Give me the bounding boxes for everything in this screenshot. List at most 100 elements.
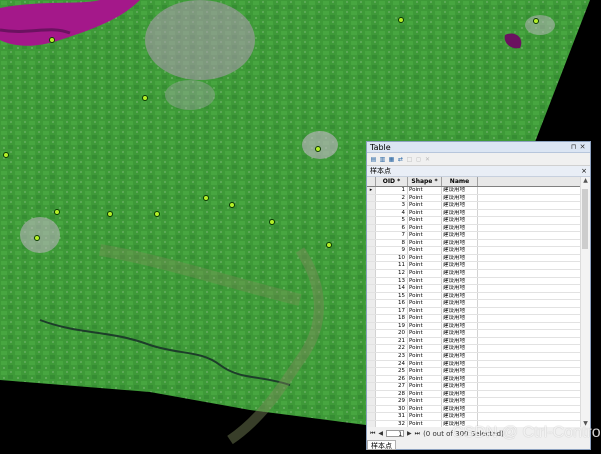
table-row[interactable]: 17 Point 建设用地 [367, 307, 590, 316]
map-point[interactable] [154, 211, 160, 217]
vertical-scrollbar[interactable]: ▲ ▼ [580, 177, 590, 427]
table-row[interactable]: 18 Point 建设用地 [367, 315, 590, 323]
select-by-attributes-icon[interactable]: ▦ [388, 156, 395, 163]
table-row[interactable]: 9 Point 建设用地 [367, 247, 590, 255]
row-selector[interactable] [367, 375, 376, 383]
column-header-shape[interactable]: Shape * [408, 177, 442, 186]
table-row[interactable]: 2 Point 建设用地 [367, 194, 590, 203]
table-row[interactable]: 23 Point 建设用地 [367, 353, 590, 361]
bottom-table-tab[interactable]: 样本点 [367, 440, 396, 450]
table-row[interactable]: 15 Point 建设用地 [367, 292, 590, 301]
row-selector[interactable] [367, 330, 376, 337]
table-row[interactable]: 28 Point 建设用地 [367, 390, 590, 399]
map-point[interactable] [3, 152, 9, 158]
switch-selection-icon[interactable]: ⇄ [397, 156, 404, 163]
map-point[interactable] [398, 17, 404, 23]
attribute-table-window[interactable]: Table ⊓ ✕ ▤ ▥ ▦ ⇄ □ ◻ ✕ 样本点 × OID * Shap… [366, 141, 591, 450]
zoom-to-selected-icon[interactable]: ◻ [415, 156, 422, 163]
table-row[interactable]: 21 Point 建设用地 [367, 337, 590, 346]
table-tab-close-icon[interactable]: × [581, 167, 587, 175]
last-record-icon[interactable]: ⏭ [415, 430, 420, 438]
current-record-field[interactable]: 1 [386, 430, 405, 438]
table-row[interactable]: 11 Point 建设用地 [367, 262, 590, 271]
table-row[interactable]: 26 Point 建设用地 [367, 375, 590, 384]
row-selector[interactable] [367, 202, 376, 209]
table-row[interactable]: 4 Point 建设用地 [367, 209, 590, 218]
map-point[interactable] [107, 211, 113, 217]
row-selector[interactable] [367, 270, 376, 277]
row-selector[interactable] [367, 254, 376, 262]
row-selector[interactable] [367, 315, 376, 322]
map-point[interactable] [203, 195, 209, 201]
row-selector[interactable] [367, 217, 376, 224]
table-row[interactable]: 5 Point 建设用地 [367, 217, 590, 225]
row-selector[interactable] [367, 277, 376, 285]
table-options-icon[interactable]: ▤ [370, 156, 377, 163]
row-selector[interactable] [367, 390, 376, 398]
row-selector[interactable]: ▸ [367, 187, 376, 194]
row-selector[interactable] [367, 232, 376, 239]
clear-selection-icon[interactable]: □ [406, 156, 413, 163]
table-row[interactable]: 20 Point 建设用地 [367, 330, 590, 338]
table-row[interactable]: 29 Point 建设用地 [367, 398, 590, 406]
map-point[interactable] [533, 18, 539, 24]
table-row[interactable]: 13 Point 建设用地 [367, 277, 590, 286]
table-row[interactable]: 7 Point 建设用地 [367, 232, 590, 240]
table-row[interactable]: 25 Point 建设用地 [367, 368, 590, 376]
row-selector[interactable] [367, 398, 376, 405]
table-row[interactable]: 30 Point 建设用地 [367, 405, 590, 414]
first-record-icon[interactable]: ⏮ [370, 430, 375, 438]
attribute-grid[interactable]: OID * Shape * Name ▸ 1 Point 建设用地 2 Point 建设用地… [367, 177, 590, 427]
map-point[interactable] [326, 242, 332, 248]
row-selector[interactable] [367, 300, 376, 307]
table-row[interactable]: 14 Point 建设用地 [367, 285, 590, 293]
row-selector[interactable] [367, 209, 376, 217]
window-titlebar[interactable]: Table ⊓ ✕ [367, 142, 590, 153]
row-selector[interactable] [367, 413, 376, 420]
row-selector[interactable] [367, 345, 376, 353]
row-selector[interactable] [367, 383, 376, 390]
map-point[interactable] [49, 37, 55, 43]
map-point[interactable] [269, 219, 275, 225]
row-selector[interactable] [367, 285, 376, 292]
table-row[interactable]: 3 Point 建设用地 [367, 202, 590, 210]
row-selector[interactable] [367, 405, 376, 413]
previous-record-icon[interactable]: ◀ [378, 430, 383, 437]
row-selector[interactable] [367, 420, 376, 427]
table-row[interactable]: 6 Point 建设用地 [367, 224, 590, 233]
pin-icon[interactable]: ⊓ [569, 143, 578, 152]
row-selector[interactable] [367, 247, 376, 254]
row-selector[interactable] [367, 360, 376, 368]
table-row[interactable]: 24 Point 建设用地 [367, 360, 590, 369]
scroll-up-icon[interactable]: ▲ [581, 177, 590, 184]
table-row[interactable]: 22 Point 建设用地 [367, 345, 590, 354]
row-selector[interactable] [367, 307, 376, 315]
map-point[interactable] [315, 146, 321, 152]
table-row[interactable]: 27 Point 建设用地 [367, 383, 590, 391]
table-row[interactable]: 19 Point 建设用地 [367, 322, 590, 331]
row-selector[interactable] [367, 239, 376, 247]
column-header-oid[interactable]: OID * [376, 177, 408, 186]
table-row[interactable]: 16 Point 建设用地 [367, 300, 590, 308]
next-record-icon[interactable]: ▶ [407, 430, 412, 437]
table-row[interactable]: 10 Point 建设用地 [367, 254, 590, 263]
column-header-name[interactable]: Name [442, 177, 478, 186]
row-selector[interactable] [367, 292, 376, 300]
row-selector[interactable] [367, 337, 376, 345]
table-tab-header[interactable]: 样本点 × [367, 166, 590, 177]
row-selector[interactable] [367, 262, 376, 270]
scroll-thumb[interactable] [582, 189, 588, 249]
row-selector[interactable] [367, 322, 376, 330]
table-row[interactable]: 12 Point 建设用地 [367, 270, 590, 278]
table-row[interactable]: ▸ 1 Point 建设用地 [367, 187, 590, 195]
row-selector[interactable] [367, 368, 376, 375]
map-point[interactable] [54, 209, 60, 215]
close-icon[interactable]: ✕ [578, 143, 587, 152]
table-row[interactable]: 8 Point 建设用地 [367, 239, 590, 248]
map-point[interactable] [34, 235, 40, 241]
row-selector[interactable] [367, 194, 376, 202]
related-tables-icon[interactable]: ▥ [379, 156, 386, 163]
map-point[interactable] [229, 202, 235, 208]
map-point[interactable] [142, 95, 148, 101]
row-selector[interactable] [367, 353, 376, 360]
